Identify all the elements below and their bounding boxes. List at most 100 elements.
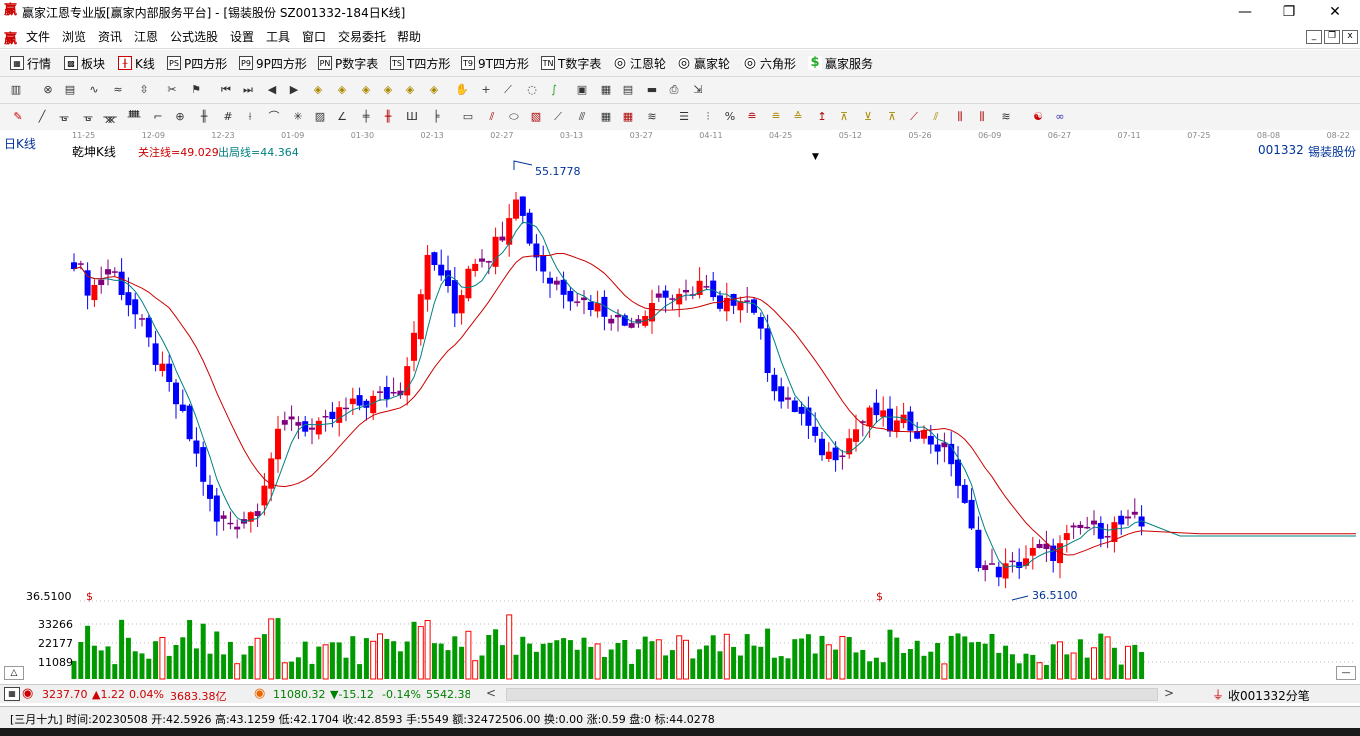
mdi-restore-button[interactable]: ❐ <box>1324 30 1340 44</box>
crosshair-icon[interactable]: + <box>478 82 494 98</box>
book-icon[interactable]: ▤ <box>620 82 636 98</box>
print-icon[interactable]: ⎙ <box>666 82 682 98</box>
collapse-up-button[interactable]: △ <box>4 666 24 680</box>
channel-icon[interactable]: ⫽ <box>484 109 500 125</box>
gold-bar2-icon[interactable]: ⊻ <box>860 109 876 125</box>
winner-service-button[interactable]: $ 赢家服务 <box>808 55 873 71</box>
arc-icon[interactable]: ⌒ <box>266 109 282 125</box>
ruler-icon[interactable]: ╞ <box>428 109 444 125</box>
gold-eq2-icon[interactable]: ≙ <box>790 109 806 125</box>
calendar-icon[interactable]: ▣ <box>574 82 590 98</box>
circle-grid-icon[interactable]: ⊕ <box>172 109 188 125</box>
trend-icon[interactable]: ⟋ <box>500 82 516 98</box>
diamond-6-icon[interactable]: ◈ <box>426 82 442 98</box>
diamond-1-icon[interactable]: ◈ <box>310 82 326 98</box>
fork-4-icon[interactable]: ᚙ <box>126 109 142 125</box>
prev-icon[interactable]: ◀ <box>264 82 280 98</box>
menu-trade[interactable]: 交易委托 <box>338 28 386 45</box>
menu-info[interactable]: 资讯 <box>98 28 122 45</box>
mdi-minimize-button[interactable]: _ <box>1306 30 1322 44</box>
menu-browse[interactable]: 浏览 <box>62 28 86 45</box>
p-square-button[interactable]: PS P四方形 <box>167 55 227 71</box>
ellipse-icon[interactable]: ⬭ <box>506 109 522 125</box>
double-slope-icon[interactable]: ⫻ <box>574 109 590 125</box>
p-number-table-button[interactable]: PN P数字表 <box>318 55 378 71</box>
9t-square-button[interactable]: T9 9T四方形 <box>461 55 529 71</box>
red-comb2-icon[interactable]: ⫼ <box>974 109 990 125</box>
red-line-icon[interactable]: ⟋ <box>906 109 922 125</box>
diamond-4-icon[interactable]: ◈ <box>380 82 396 98</box>
menu-window[interactable]: 窗口 <box>302 28 326 45</box>
hand-icon[interactable]: ✋ <box>454 82 470 98</box>
scissors-icon[interactable]: ✂ <box>164 82 180 98</box>
flag-icon[interactable]: ⚑ <box>188 82 204 98</box>
kline-chart[interactable]: 11-25 12-09 12-23 01-09 01-30 02-13 02-27 03-13… <box>0 130 1360 682</box>
fork-1-icon[interactable]: ᚗ <box>56 109 72 125</box>
fork-2-icon[interactable]: ᚗ <box>80 109 96 125</box>
menu-settings[interactable]: 设置 <box>230 28 254 45</box>
last-icon[interactable]: ⏭ <box>240 82 256 98</box>
yin-yang-icon[interactable]: ☯ <box>1030 109 1046 125</box>
t-square-button[interactable]: TS T四方形 <box>390 55 450 71</box>
bars-icon[interactable]: ╪ <box>358 109 374 125</box>
hexagon-button[interactable]: ◎ 六角形 <box>743 55 796 71</box>
parallel-icon[interactable]: ╫ <box>196 109 212 125</box>
star-icon[interactable]: ✳ <box>290 109 306 125</box>
multi-slope-icon[interactable]: ≋ <box>998 109 1014 125</box>
menu-file[interactable]: 文件 <box>26 28 50 45</box>
list-icon[interactable]: ☰ <box>676 109 692 125</box>
close-button[interactable]: ✕ <box>1312 2 1358 22</box>
minimize-button[interactable]: — <box>1222 2 1268 22</box>
pen-icon[interactable]: ✎ <box>10 109 26 125</box>
red-bars-icon[interactable]: ╫ <box>380 109 396 125</box>
sectors-button[interactable]: ▩ 板块 <box>64 55 105 71</box>
percent-icon[interactable]: % <box>722 109 738 125</box>
red-grid-icon[interactable]: ▦ <box>620 109 636 125</box>
9p-square-button[interactable]: P9 9P四方形 <box>239 55 307 71</box>
formula-icon[interactable]: ∫ <box>546 82 562 98</box>
save-icon[interactable]: ▬ <box>644 82 660 98</box>
wave-icon[interactable]: ∿ <box>86 82 102 98</box>
t-number-table-button[interactable]: TN T数字表 <box>541 55 601 71</box>
diamond-5-icon[interactable]: ◈ <box>402 82 418 98</box>
cycle-icon[interactable]: Ш <box>404 109 420 125</box>
kline-button[interactable]: ╫ K线 <box>118 55 155 71</box>
diamond-2-icon[interactable]: ◈ <box>334 82 350 98</box>
bracket-icon[interactable]: ⌐ <box>150 109 166 125</box>
maximize-button[interactable]: ❐ <box>1266 2 1312 22</box>
grid-tool-icon[interactable]: ▦ <box>598 109 614 125</box>
gold-bar3-icon[interactable]: ⊼ <box>884 109 900 125</box>
box-icon[interactable]: ▨ <box>312 109 328 125</box>
red-eq-icon[interactable]: ≘ <box>744 109 760 125</box>
filter-icon[interactable]: ⏚ <box>1212 686 1224 703</box>
zigzag-icon[interactable]: ≈ <box>110 82 126 98</box>
cross-lines-icon[interactable]: # <box>220 109 236 125</box>
mdi-close-button[interactable]: x <box>1342 30 1358 44</box>
rect-select-icon[interactable]: ▭ <box>460 109 476 125</box>
menu-gann[interactable]: 江恩 <box>134 28 158 45</box>
gold-bar-icon[interactable]: ⊼ <box>836 109 852 125</box>
quotes-button[interactable]: ▦ 行情 <box>10 55 51 71</box>
ring-icon[interactable]: ◌ <box>524 82 540 98</box>
layout-dropdown-icon[interactable]: ▥ <box>8 82 24 98</box>
slope-icon[interactable]: ⟋ <box>550 109 566 125</box>
scroll-left-button[interactable]: < <box>486 686 496 700</box>
fan-icon[interactable]: ⟊ <box>242 109 258 125</box>
tick-detail-link[interactable]: 收001332分笔 <box>1228 687 1310 704</box>
first-icon[interactable]: ⏮ <box>218 82 234 98</box>
calculator-icon[interactable]: ▦ <box>598 82 614 98</box>
winner-wheel-button[interactable]: ◎ 赢家轮 <box>677 55 730 71</box>
gold-line-icon[interactable]: ⫽ <box>928 109 944 125</box>
gold-eq-icon[interactable]: ≘ <box>768 109 784 125</box>
ticker-grid-icon[interactable]: ▦ <box>4 687 20 701</box>
menu-help[interactable]: 帮助 <box>397 28 421 45</box>
red-comb-icon[interactable]: ⫼ <box>952 109 968 125</box>
diamond-3-icon[interactable]: ◈ <box>358 82 374 98</box>
hatch-icon[interactable]: ▧ <box>528 109 544 125</box>
link-icon[interactable]: ⊗ <box>40 82 56 98</box>
horizontal-scrollbar[interactable] <box>506 688 1158 701</box>
menu-formula-select[interactable]: 公式选股 <box>170 28 218 45</box>
cursor-dropdown-icon[interactable]: ⇳ <box>136 82 152 98</box>
steps-icon[interactable]: ⫶ <box>700 109 716 125</box>
infinity-icon[interactable]: ∞ <box>1052 109 1068 125</box>
